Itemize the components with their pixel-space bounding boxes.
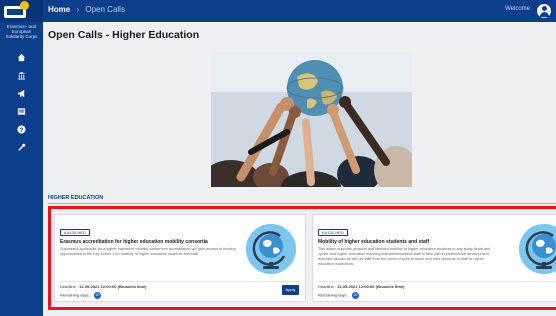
breadcrumb-home[interactable]: Home: [48, 5, 70, 14]
megaphone-icon[interactable]: [17, 89, 27, 99]
call-remaining: Remaining days : 20: [318, 292, 360, 299]
hero-image: [211, 52, 412, 187]
main-content: Open Calls - Higher Education HIGHER EDU…: [43, 22, 556, 316]
tools-icon[interactable]: [17, 143, 27, 153]
deadline-label: Deadline :: [318, 284, 337, 289]
logo-badge-icon: [20, 1, 29, 10]
deadline-value: 11-05-2021 12:00:00 (Brussels time): [337, 284, 405, 289]
remaining-days-badge: 20: [94, 292, 102, 299]
call-tag: KA131-HED: [318, 229, 348, 236]
call-deadline: Deadline : 11-05-2021 12:00:00 (Brussels…: [318, 284, 405, 289]
home-icon[interactable]: [17, 53, 27, 63]
breadcrumb-separator: ›: [76, 5, 80, 14]
call-tag: KA130-HED: [60, 229, 90, 236]
deadline-value: 11-05-2021 12:00:00 (Brussels time): [79, 284, 147, 289]
globe-icon: [519, 224, 556, 274]
remaining-label: Remaining days :: [60, 292, 91, 298]
call-card: KA130-HED Erasmus accreditation for high…: [54, 214, 306, 302]
list-icon[interactable]: [17, 107, 27, 117]
top-bar: Home › Open Calls Welcome: [0, 0, 556, 22]
sidebar: Erasmus+ and European Solidarity Corps ?: [0, 22, 43, 316]
sidebar-title: Erasmus+ and European Solidarity Corps: [5, 24, 38, 39]
call-title[interactable]: Erasmus accreditation for higher educati…: [60, 239, 208, 245]
app-logo[interactable]: [0, 0, 43, 22]
call-remaining: Remaining days : 20: [60, 292, 102, 299]
page-title: Open Calls - Higher Education: [48, 29, 200, 41]
breadcrumb-current: Open Calls: [85, 5, 125, 14]
card-divider: [318, 281, 556, 282]
remaining-label: Remaining days :: [318, 292, 349, 298]
call-deadline: Deadline : 11-05-2021 12:00:00 (Brussels…: [60, 284, 147, 289]
section-divider: [48, 203, 556, 204]
sidebar-nav: ?: [0, 53, 43, 153]
call-title[interactable]: Mobility of higher education students an…: [318, 239, 429, 245]
apply-button[interactable]: Apply: [282, 285, 299, 295]
section-label: HIGHER EDUCATION: [48, 195, 104, 201]
call-card: KA131-HED Mobility of higher education s…: [312, 214, 556, 302]
institution-icon[interactable]: [17, 71, 27, 81]
user-avatar-icon[interactable]: [536, 3, 552, 19]
globe-icon: [246, 224, 296, 274]
remaining-days-badge: 20: [352, 292, 360, 299]
call-description: This action supports physical and blende…: [318, 247, 491, 266]
card-divider: [60, 281, 300, 282]
svg-text:?: ?: [20, 127, 24, 134]
help-icon[interactable]: ?: [17, 125, 27, 135]
deadline-label: Deadline :: [60, 284, 79, 289]
welcome-text: Welcome: [505, 6, 530, 12]
call-description: Successful applicants for a higher educa…: [60, 247, 236, 256]
breadcrumb: Home › Open Calls: [48, 5, 125, 14]
